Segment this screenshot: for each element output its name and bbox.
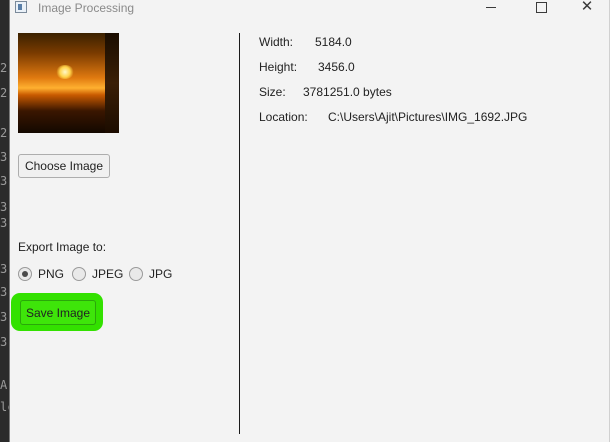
close-button[interactable]: ✕ [564, 0, 610, 17]
minimize-button[interactable] [468, 0, 514, 17]
maximize-icon [535, 2, 547, 13]
image-preview [18, 33, 119, 133]
title-bar[interactable]: Image Processing ✕ [10, 0, 609, 17]
size-label: Size: [259, 85, 286, 99]
background-line-number: 3 [0, 200, 8, 214]
background-line-number: 3 [0, 285, 8, 299]
minimize-icon [486, 7, 496, 8]
location-value: C:\Users\Ajit\Pictures\IMG_1692.JPG [328, 110, 528, 124]
app-icon [15, 1, 27, 13]
image-processing-window: Image Processing ✕ Choose Image Export I… [9, 0, 610, 442]
background-line-number: 2 [0, 86, 8, 100]
background-line-number: 3 [0, 174, 8, 188]
save-image-button[interactable]: Save Image [20, 300, 96, 325]
location-label: Location: [259, 110, 308, 124]
radio-jpeg[interactable]: JPEG [72, 266, 123, 282]
radio-label: JPEG [92, 267, 124, 281]
radio-circle[interactable] [72, 267, 86, 281]
background-line-number: 3 [0, 262, 8, 276]
background-line-number: 3 [0, 335, 8, 349]
choose-image-button[interactable]: Choose Image [18, 154, 110, 178]
background-line-number: 3 [0, 216, 8, 230]
background-line-number: 2 [0, 61, 8, 75]
width-label: Width: [259, 35, 294, 49]
export-label: Export Image to: [18, 240, 107, 254]
radio-label: JPG [149, 267, 173, 281]
panel-divider [239, 33, 240, 434]
window-title: Image Processing [38, 1, 135, 15]
height-value: 3456.0 [318, 60, 355, 74]
radio-circle[interactable] [129, 267, 143, 281]
radio-selected-dot [22, 271, 28, 277]
background-line-number: 3 [0, 150, 8, 164]
radio-jpg[interactable]: JPG [129, 266, 172, 282]
size-value: 3781251.0 bytes [303, 85, 392, 99]
height-label: Height: [259, 60, 298, 74]
background-text: A [0, 378, 8, 392]
background-line-number: 2 [0, 126, 8, 140]
radio-circle[interactable] [18, 267, 32, 281]
maximize-button[interactable] [518, 0, 564, 17]
radio-png[interactable]: PNG [18, 266, 64, 282]
width-value: 5184.0 [315, 35, 352, 49]
radio-label: PNG [38, 267, 65, 281]
background-line-number: 3 [0, 310, 8, 324]
